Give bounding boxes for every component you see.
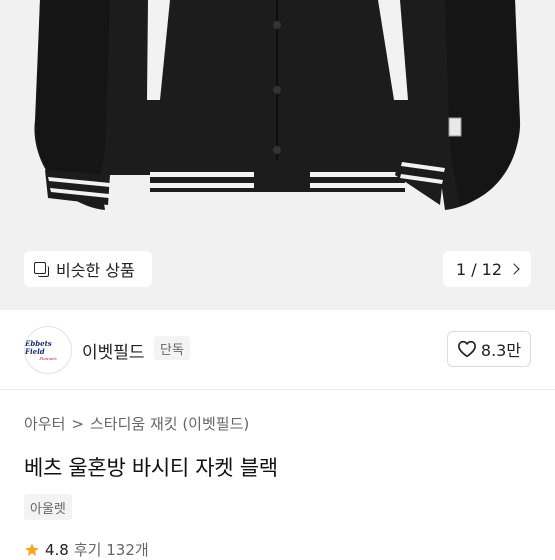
image-pager-button[interactable]: 1 / 12 [443, 251, 531, 287]
review-count: 후기 132개 [73, 541, 149, 559]
brand-name[interactable]: 이벳필드 [82, 338, 145, 363]
rating-score: 4.8 [45, 540, 69, 559]
brand-row: Ebbets Field Flannels 이벳필드 단독 8.3만 [0, 310, 555, 390]
outlet-badge: 아울렛 [24, 494, 72, 520]
breadcrumb-item-category[interactable]: 스타디움 재킷 (이벳필드) [90, 413, 249, 434]
similar-icon [34, 261, 49, 277]
image-pager-text: 1 / 12 [455, 259, 503, 279]
product-title: 베츠 울혼방 바시티 자켓 블랙 [24, 456, 278, 480]
chevron-right-icon [508, 263, 520, 275]
like-count: 8.3만 [480, 341, 522, 360]
breadcrumb-item-outer[interactable]: 아우터 [24, 413, 65, 434]
similar-products-label: 비슷한 상품 [56, 261, 135, 280]
breadcrumb: 아우터 > 스타디움 재킷 (이벳필드) [24, 413, 249, 434]
brand-logo[interactable]: Ebbets Field Flannels [24, 326, 72, 374]
rating-summary[interactable]: 4.8 후기 132개 [24, 539, 149, 560]
like-button[interactable]: 8.3만 [447, 331, 531, 367]
similar-products-button[interactable]: 비슷한 상품 [24, 251, 152, 287]
product-image-gallery[interactable]: 비슷한 상품 1 / 12 [0, 0, 555, 310]
heart-icon [457, 340, 476, 358]
breadcrumb-separator: > [71, 414, 84, 433]
star-icon [25, 542, 39, 556]
exclusive-badge: 단독 [154, 336, 190, 360]
